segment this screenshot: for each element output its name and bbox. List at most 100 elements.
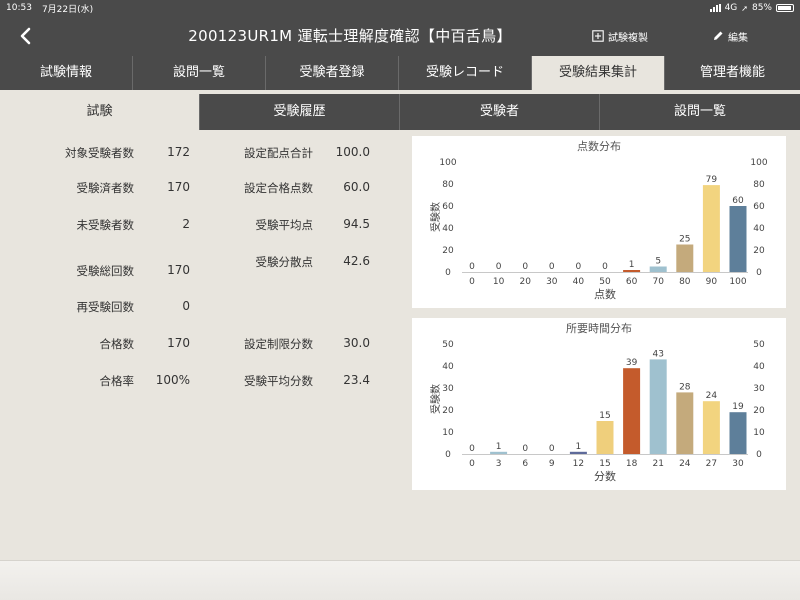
- score-chart-xtick: 20: [519, 277, 531, 287]
- stat-passed-value: 170: [167, 336, 190, 350]
- score-chart-ylabel: 受験数: [429, 202, 442, 232]
- score-chart-data-label: 0: [549, 262, 555, 272]
- score-chart-ytick-right: 100: [750, 158, 767, 168]
- main-tabs: 試験情報 設問一覧 受験者登録 受験レコード 受験結果集計 管理者機能: [0, 56, 800, 90]
- duration-chart-bar: [702, 401, 720, 454]
- subtab-exam-history[interactable]: 受験履歴: [200, 94, 400, 130]
- subtab-examinees[interactable]: 受験者: [400, 94, 600, 130]
- tab-question-list[interactable]: 設問一覧: [133, 56, 266, 90]
- stat-pass-rate-value: 100%: [155, 373, 190, 387]
- duration-chart-bar: [490, 451, 508, 454]
- duration-chart-bar: [676, 392, 694, 454]
- score-chart-xtick: 60: [626, 277, 638, 287]
- score-chart-data-label: 0: [576, 262, 582, 272]
- duration-chart-xtick: 12: [573, 459, 584, 469]
- subtab-exam[interactable]: 試験: [0, 94, 200, 130]
- duration-chart-xtick: 27: [706, 459, 717, 469]
- duration-chart-data-label: 15: [599, 411, 610, 421]
- duration-chart-ytick-right: 50: [753, 340, 765, 350]
- copy-icon: [592, 30, 604, 42]
- tab-result-summary[interactable]: 受験結果集計: [532, 56, 665, 90]
- duration-chart-xtick: 9: [549, 459, 555, 469]
- duration-chart-ytick-right: 0: [756, 450, 762, 460]
- tab-exam-info[interactable]: 試験情報: [0, 56, 133, 90]
- score-chart-data-label: 0: [522, 262, 528, 272]
- duration-chart-data-label: 0: [549, 444, 555, 454]
- status-date: 7月22日(水): [41, 4, 94, 15]
- back-button[interactable]: [16, 24, 36, 48]
- score-chart-ytick-right: 40: [753, 224, 765, 234]
- score-chart-xtick: 40: [573, 277, 585, 287]
- bottom-bar: [0, 560, 800, 600]
- tab-exam-records[interactable]: 受験レコード: [399, 56, 532, 90]
- duration-chart-ylabel: 受験数: [429, 384, 442, 414]
- duration-chart-ytick-left: 50: [442, 340, 454, 350]
- score-chart-xtick: 90: [706, 277, 718, 287]
- duration-chart-xlabel: 分数: [594, 470, 616, 483]
- duration-chart-xtick: 24: [679, 459, 691, 469]
- subtab-question-list[interactable]: 設問一覧: [600, 94, 800, 130]
- score-chart-data-label: 5: [655, 257, 661, 267]
- score-chart-data-label: 60: [732, 196, 744, 206]
- score-chart-bar: [729, 206, 747, 272]
- score-chart-bar: [623, 270, 641, 272]
- duration-chart-data-label: 0: [469, 444, 475, 454]
- duration-chart-data-label: 43: [652, 349, 663, 359]
- score-chart-ytick-left: 100: [439, 158, 456, 168]
- score-chart-bar: [649, 266, 667, 272]
- sub-tabs: 試験 受験履歴 受験者 設問一覧: [0, 94, 800, 130]
- duration-chart-xtick: 30: [732, 459, 744, 469]
- duration-chart-data-label: 39: [626, 358, 638, 368]
- score-chart-title: 点数分布: [577, 140, 621, 153]
- score-chart-ytick-right: 0: [756, 268, 762, 278]
- score-chart-xtick: 0: [469, 277, 475, 287]
- duration-chart-bar: [623, 368, 641, 454]
- score-chart-ytick-right: 80: [753, 180, 765, 190]
- stat-average-minutes-value: 23.4: [343, 373, 370, 387]
- score-chart-data-label: 25: [679, 235, 690, 245]
- score-chart-xtick: 70: [652, 277, 664, 287]
- duration-chart-ytick-left: 20: [442, 406, 454, 416]
- stat-target-examinees-value: 172: [167, 145, 190, 159]
- duration-chart-ytick-right: 10: [753, 428, 765, 438]
- edit-button[interactable]: 編集: [712, 16, 748, 56]
- copy-exam-label: 試験複製: [608, 32, 648, 44]
- score-chart-ytick-right: 20: [753, 246, 765, 256]
- duration-chart-ytick-right: 20: [753, 406, 765, 416]
- duration-chart-bar: [569, 451, 587, 454]
- score-chart-ytick-left: 0: [445, 268, 451, 278]
- duration-chart-xtick: 18: [626, 459, 638, 469]
- duration-chart-data-label: 1: [496, 442, 502, 452]
- page-title: 200123UR1M 運転士理解度確認【中百舌鳥】: [188, 27, 512, 45]
- tab-examinee-registration[interactable]: 受験者登録: [266, 56, 399, 90]
- stat-passing-score-value: 60.0: [343, 180, 370, 194]
- signal-icon: [709, 4, 721, 12]
- duration-chart-ytick-left: 10: [442, 428, 454, 438]
- stat-not-taken-value: 2: [182, 217, 190, 231]
- score-chart-data-label: 0: [469, 262, 475, 272]
- duration-distribution-svg: 所要時間分布0 010 1020 2030 3040 4050 50受験数001306091…: [429, 322, 765, 483]
- duration-chart-data-label: 1: [576, 442, 582, 452]
- duration-chart-xtick: 15: [599, 459, 610, 469]
- duration-chart-title: 所要時間分布: [566, 322, 632, 335]
- score-chart-data-label: 0: [496, 262, 502, 272]
- tab-admin-functions[interactable]: 管理者機能: [665, 56, 800, 90]
- score-chart-bar: [702, 185, 720, 272]
- score-chart-data-label: 1: [629, 260, 635, 270]
- stat-score-variance-value: 42.6: [343, 254, 370, 268]
- duration-chart-xtick: 21: [652, 459, 663, 469]
- stat-completed-value: 170: [167, 180, 190, 194]
- status-time: 10:53: [6, 3, 32, 13]
- score-chart-ytick-left: 40: [442, 224, 454, 234]
- status-bar: 10:53 7月22日(水) 4G ➚ 85%: [0, 0, 800, 16]
- chevron-left-icon: [20, 27, 31, 45]
- score-chart-xtick: 10: [493, 277, 505, 287]
- score-distribution-svg: 点数分布0 020 2040 4060 6080 80100 100受験数000100200…: [429, 140, 768, 301]
- score-chart-ytick-right: 60: [753, 202, 765, 212]
- score-chart-xtick: 100: [729, 277, 746, 287]
- duration-chart-ytick-right: 40: [753, 362, 765, 372]
- duration-chart-ytick-left: 30: [442, 384, 454, 394]
- score-chart-xtick: 80: [679, 277, 691, 287]
- copy-exam-button[interactable]: 試験複製: [592, 16, 648, 56]
- duration-chart-data-label: 0: [522, 444, 528, 454]
